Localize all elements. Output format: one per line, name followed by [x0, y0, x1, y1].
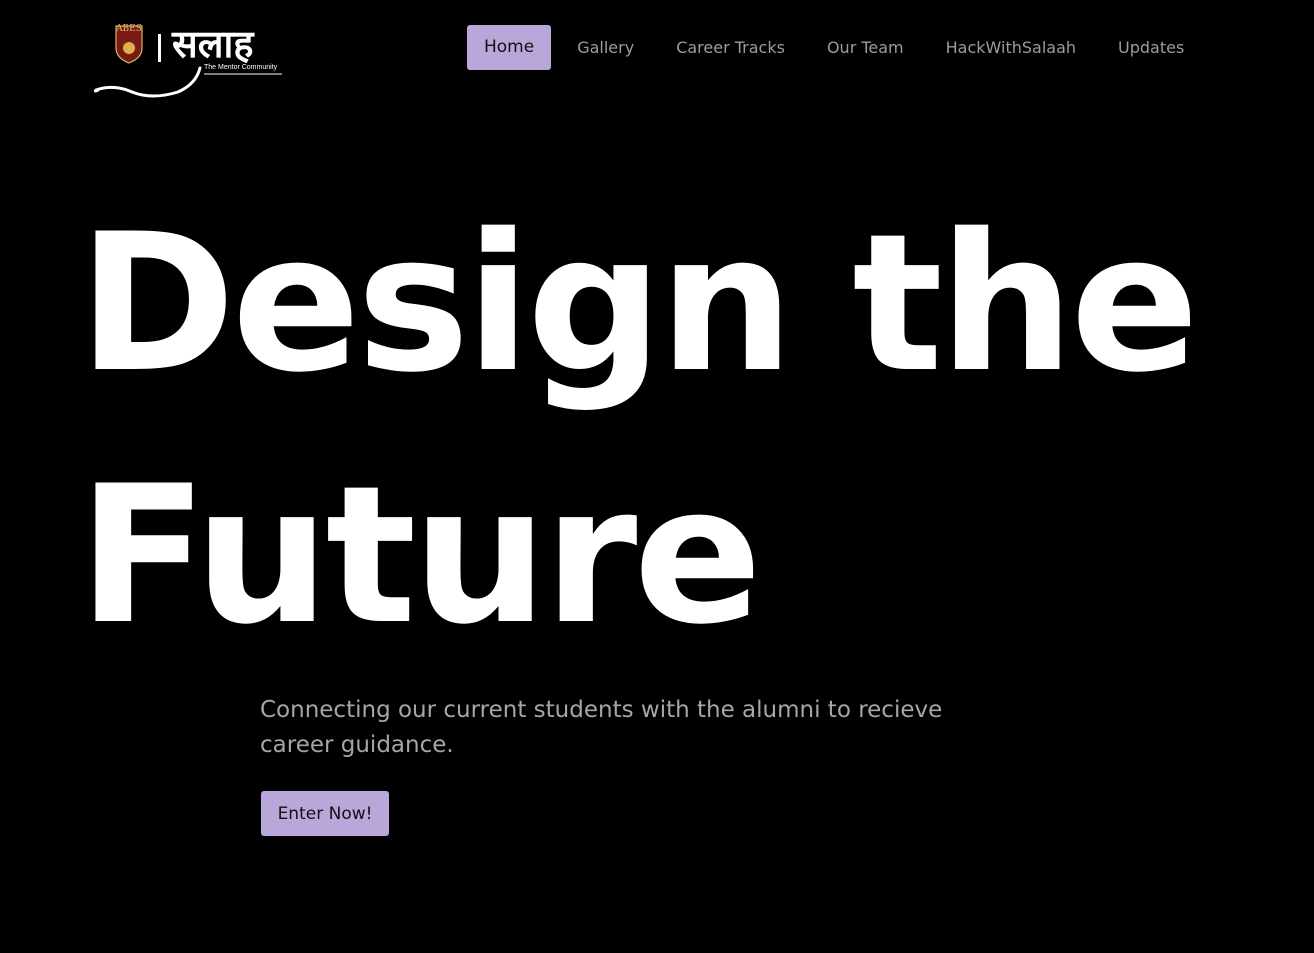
site-logo[interactable]: ABES सलाह The Mentor Community	[92, 20, 288, 102]
hero-title-line-2: Future	[78, 445, 762, 666]
enter-now-button[interactable]: Enter Now!	[261, 791, 389, 836]
nav-item-our-team[interactable]: Our Team	[810, 25, 921, 70]
logo-swoosh-icon	[93, 66, 282, 98]
hero-title-line-1: Design the	[78, 193, 1199, 414]
nav-item-updates[interactable]: Updates	[1101, 25, 1201, 70]
nav-item-hackwithsalaah[interactable]: HackWithSalaah	[929, 25, 1093, 70]
hero-subtitle: Connecting our current students with the…	[260, 697, 943, 758]
nav-item-home[interactable]: Home	[467, 25, 552, 70]
main-nav: Home Gallery Career Tracks Our Team Hack…	[467, 25, 1209, 70]
nav-item-gallery[interactable]: Gallery	[560, 25, 651, 70]
hero-title: Design the Future	[78, 178, 1199, 682]
nav-item-career-tracks[interactable]: Career Tracks	[659, 25, 802, 70]
